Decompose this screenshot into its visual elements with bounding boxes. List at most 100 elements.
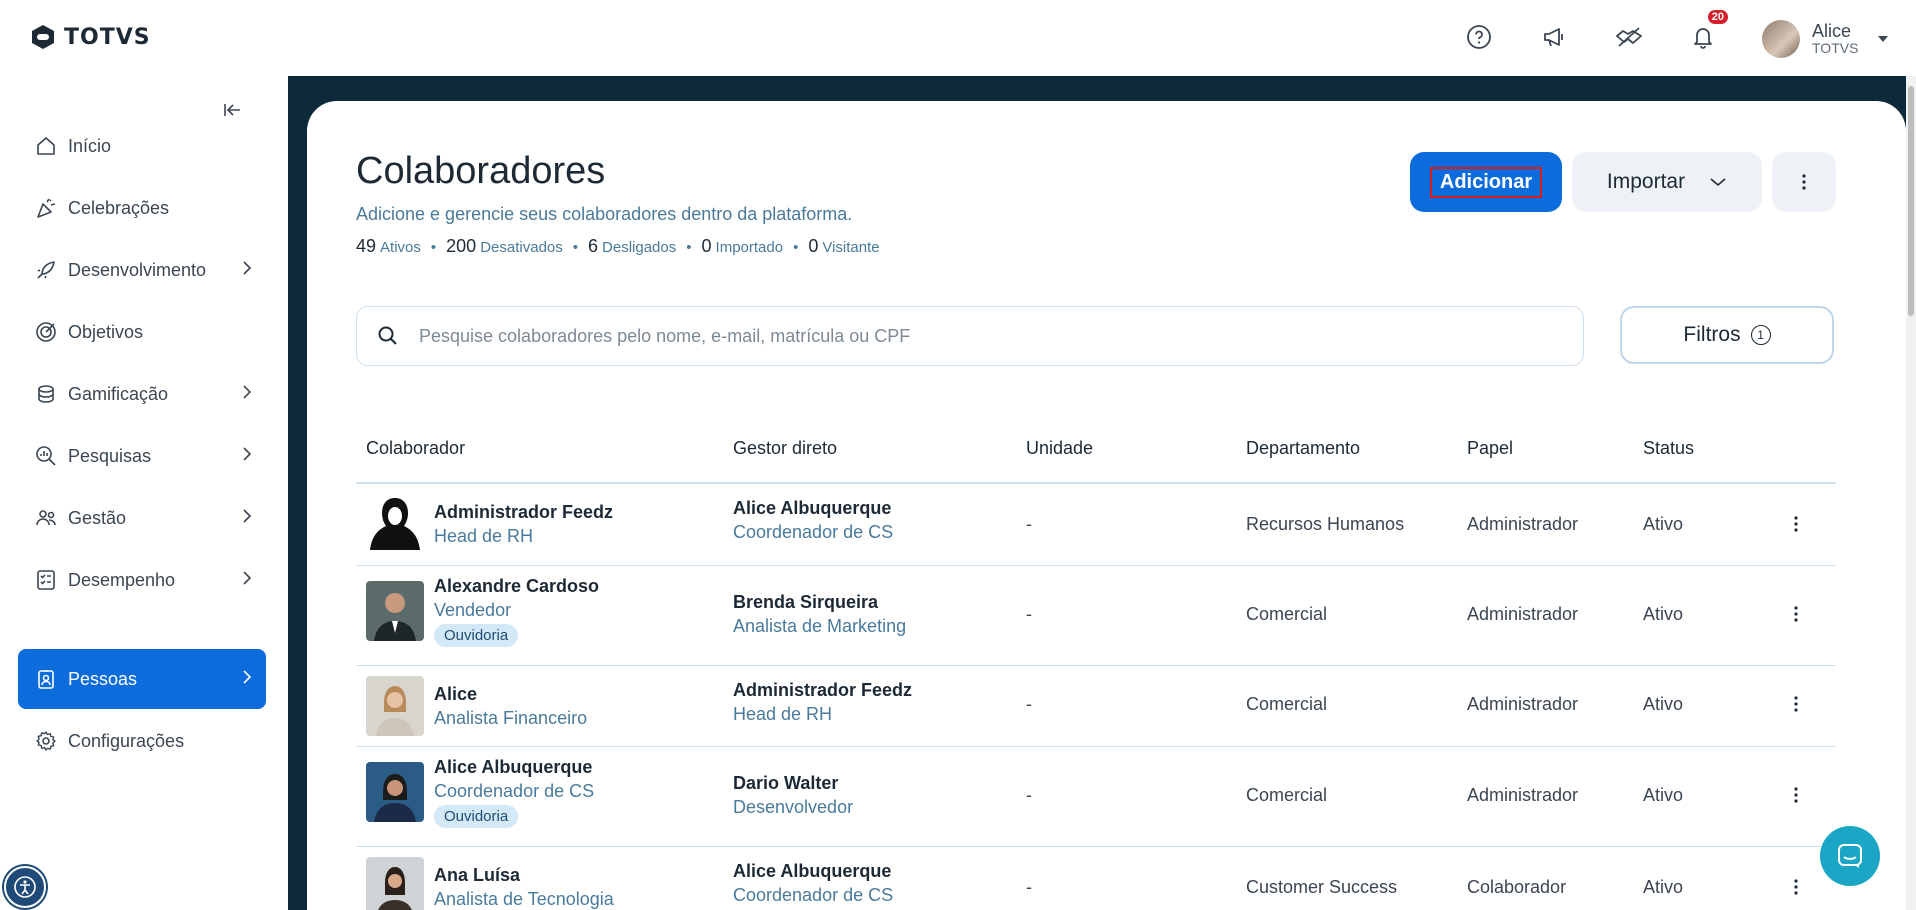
column-header-papel[interactable]: Papel [1467, 438, 1513, 459]
chevron-right-icon [243, 571, 252, 585]
employee-name[interactable]: Alexandre Cardoso [434, 574, 599, 598]
totvs-logo[interactable]: TOTVS [30, 24, 151, 50]
employee-name[interactable]: Administrador Feedz [434, 500, 613, 524]
row-menu-button[interactable] [1786, 785, 1806, 805]
chevron-down-icon [1710, 178, 1726, 187]
employee-name[interactable]: Ana Luísa [434, 863, 614, 887]
user-menu[interactable]: Alice TOTVS [1762, 20, 1889, 58]
survey-icon [34, 444, 58, 468]
help-icon[interactable] [1464, 22, 1494, 52]
chevron-down-icon [1878, 36, 1889, 42]
scrollbar-thumb[interactable] [1908, 86, 1914, 316]
chat-icon [1838, 844, 1862, 868]
brand-name: TOTVS [64, 24, 151, 50]
column-header-gestor[interactable]: Gestor direto [733, 438, 837, 459]
sidebar-item-desempenho[interactable]: Desempenho [18, 550, 266, 610]
import-button[interactable]: Importar [1572, 152, 1762, 212]
filter-count-badge: 1 [1750, 325, 1771, 345]
sidebar-item-celebracoes[interactable]: Celebrações [18, 178, 266, 238]
avatar [366, 676, 424, 736]
sidebar-item-label: Pessoas [68, 668, 138, 689]
more-options-button[interactable] [1772, 152, 1836, 212]
search-input[interactable] [417, 324, 1521, 348]
sidebar-item-pessoas[interactable]: Pessoas [18, 649, 266, 709]
manager-name: Brenda Sirqueira [733, 592, 879, 612]
manager-role: Coordenador de CS [733, 522, 894, 542]
target-icon [34, 320, 58, 344]
coins-icon [34, 382, 58, 406]
handshake-icon[interactable] [1614, 22, 1644, 52]
department-cell: Comercial [1246, 604, 1328, 624]
unit-cell: - [1026, 694, 1032, 714]
column-header-status[interactable]: Status [1643, 438, 1694, 459]
status-cell: Ativo [1643, 604, 1684, 624]
employee-role: Coordenador de CS [434, 781, 595, 801]
department-cell: Comercial [1246, 694, 1328, 714]
filters-button-label: Filtros [1683, 323, 1741, 346]
manager-name: Administrador Feedz [733, 680, 913, 700]
stat-label: Importado [715, 239, 784, 256]
unit-cell: - [1026, 785, 1032, 805]
employee-name[interactable]: Alice Albuquerque [434, 755, 594, 779]
bell-icon[interactable]: 20 [1688, 10, 1728, 52]
stat-label: Desligados [602, 239, 677, 256]
table-row[interactable]: Administrador Feedz Head de RH Alice Alb… [356, 484, 1836, 566]
table-row[interactable]: Alice Analista Financeiro Administrador … [356, 666, 1836, 747]
kebab-menu-icon [1794, 516, 1798, 532]
sidebar-item-label: Gamificação [68, 383, 169, 404]
role-cell: Administrador [1467, 604, 1579, 624]
totvs-logo-icon [32, 25, 54, 49]
table-row[interactable]: Alice Albuquerque Coordenador de CS Ouvi… [356, 747, 1836, 847]
role-cell: Colaborador [1467, 877, 1567, 897]
sidebar-item-label: Início [68, 135, 112, 156]
column-header-departamento[interactable]: Departamento [1246, 438, 1360, 459]
row-menu-button[interactable] [1786, 604, 1806, 624]
chevron-right-icon [243, 385, 252, 399]
scrollbar[interactable] [1906, 76, 1916, 910]
checklist-icon [34, 568, 58, 592]
role-cell: Administrador [1467, 694, 1579, 714]
stat-value: 0 [808, 236, 819, 256]
chat-button[interactable] [1820, 826, 1880, 886]
sidebar-item-desenvolvimento[interactable]: Desenvolvimento [18, 240, 266, 300]
avatar [1762, 20, 1800, 58]
sidebar-item-gamificacao[interactable]: Gamificação [18, 364, 266, 424]
add-button[interactable]: Adicionar [1410, 152, 1562, 212]
megaphone-icon[interactable] [1539, 22, 1569, 52]
sidebar-item-objetivos[interactable]: Objetivos [18, 302, 266, 362]
column-header-unidade[interactable]: Unidade [1026, 438, 1093, 459]
manager-role: Desenvolvedor [733, 797, 854, 817]
column-header-colaborador[interactable]: Colaborador [366, 438, 465, 459]
manager-role: Head de RH [733, 704, 833, 724]
sidebar-item-inicio[interactable]: Início [18, 116, 266, 176]
unit-cell: - [1026, 877, 1032, 897]
kebab-menu-icon [1794, 787, 1798, 803]
manager-name: Dario Walter [733, 773, 839, 793]
table-row[interactable]: Ana Luísa Analista de Tecnologia Alice A… [356, 847, 1836, 910]
chevron-right-icon [243, 261, 252, 275]
row-menu-button[interactable] [1786, 694, 1806, 714]
row-menu-button[interactable] [1786, 877, 1806, 897]
filters-button[interactable]: Filtros 1 [1620, 306, 1834, 364]
row-menu-button[interactable] [1786, 514, 1806, 534]
employee-name[interactable]: Alice [434, 682, 587, 706]
accessibility-icon[interactable] [4, 866, 46, 908]
kebab-menu-icon [1802, 174, 1806, 190]
avatar [366, 857, 424, 910]
stats-summary: 49 Ativos • 200 Desativados • 6 Desligados … [356, 236, 880, 256]
sidebar-item-configuracoes[interactable]: Configurações [18, 711, 266, 771]
table-row[interactable]: Alexandre Cardoso Vendedor Ouvidoria Bre… [356, 566, 1836, 666]
badge-icon [34, 667, 58, 691]
role-cell: Administrador [1467, 514, 1579, 534]
sidebar-item-pesquisas[interactable]: Pesquisas [18, 426, 266, 486]
manager-name: Alice Albuquerque [733, 498, 892, 518]
search-icon [378, 326, 397, 345]
sidebar-item-gestao[interactable]: Gestão [18, 488, 266, 548]
chevron-right-icon [243, 509, 252, 523]
stat-value: 49 [356, 236, 377, 256]
party-icon [34, 196, 58, 220]
user-org: TOTVS [1812, 40, 1859, 56]
search-box[interactable] [356, 306, 1584, 366]
avatar [366, 761, 424, 822]
user-name: Alice [1812, 21, 1852, 41]
